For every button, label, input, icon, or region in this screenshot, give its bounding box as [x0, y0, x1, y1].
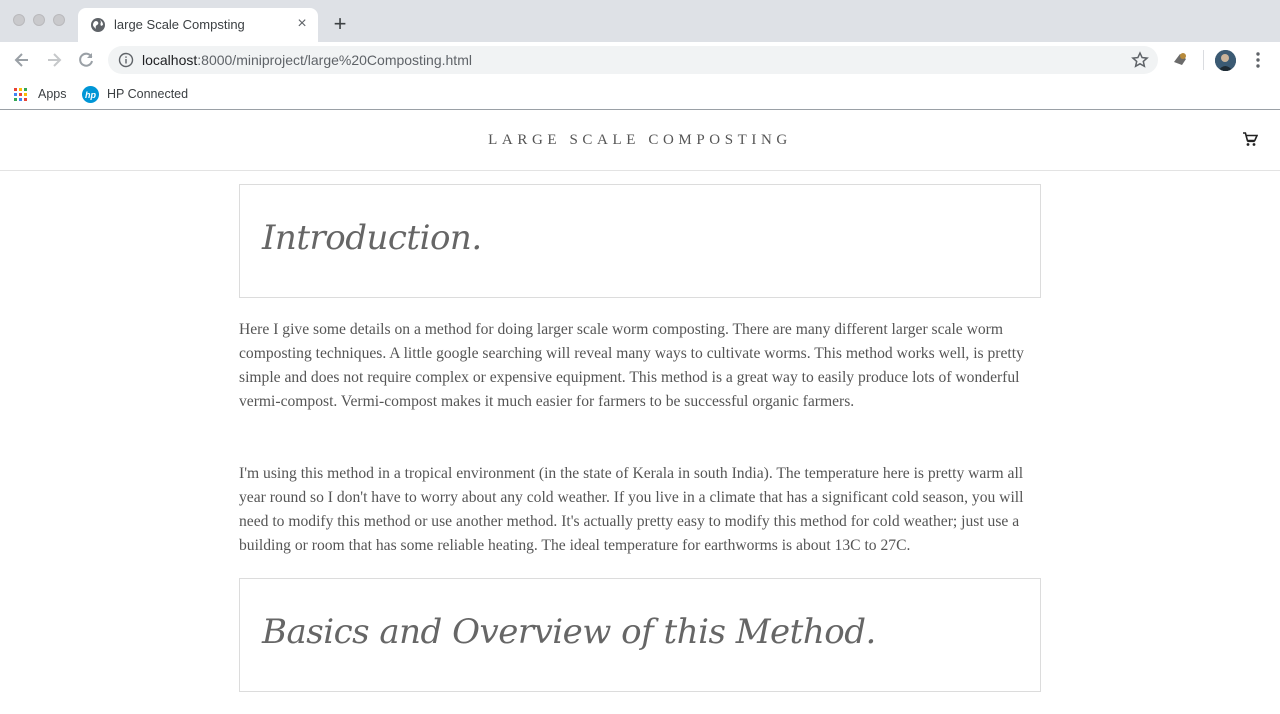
- browser-toolbar: localhost:8000/miniproject/large%20Compo…: [0, 42, 1280, 78]
- site-info-icon[interactable]: [118, 52, 134, 68]
- paragraph-environment: I'm using this method in a tropical envi…: [239, 465, 1024, 554]
- bookmark-label: Apps: [38, 87, 67, 101]
- bookmarks-bar: Apps hp HP Connected: [0, 78, 1280, 110]
- cart-icon[interactable]: [1242, 131, 1258, 147]
- new-tab-button[interactable]: +: [330, 13, 350, 36]
- window-close-button[interactable]: [13, 14, 25, 26]
- site-header: LARGE SCALE COMPOSTING: [0, 111, 1280, 171]
- tab-title: large Scale Compsting: [114, 17, 245, 32]
- section-heading-box: Basics and Overview of this Method.: [239, 578, 1041, 692]
- site-title[interactable]: LARGE SCALE COMPOSTING: [0, 132, 1280, 149]
- kebab-menu-icon[interactable]: [1250, 50, 1266, 70]
- apps-grid-icon: [14, 88, 27, 101]
- globe-icon: [91, 18, 105, 32]
- tab-close-icon[interactable]: ×: [294, 15, 310, 33]
- avatar-image: [1215, 50, 1236, 71]
- window-maximize-button[interactable]: [53, 14, 65, 26]
- section-heading-introduction: Introduction.: [262, 218, 482, 258]
- url-text: localhost:8000/miniproject/large%20Compo…: [142, 52, 472, 68]
- tab-strip: large Scale Compsting × +: [0, 0, 1280, 42]
- section-heading-box: Introduction.: [239, 184, 1041, 298]
- url-host: localhost: [142, 52, 198, 68]
- address-bar[interactable]: localhost:8000/miniproject/large%20Compo…: [108, 46, 1158, 74]
- forward-arrow-icon[interactable]: [44, 50, 64, 70]
- profile-avatar[interactable]: [1215, 50, 1236, 71]
- window-minimize-button[interactable]: [33, 14, 45, 26]
- reload-icon[interactable]: [76, 50, 96, 70]
- browser-tab[interactable]: large Scale Compsting ×: [78, 8, 318, 42]
- url-path: :8000/miniproject/large%20Composting.htm…: [197, 52, 472, 68]
- hp-logo-icon: hp: [82, 86, 99, 103]
- bookmark-label: HP Connected: [107, 87, 189, 101]
- extension-icon[interactable]: [1171, 50, 1189, 68]
- back-arrow-icon[interactable]: [12, 50, 32, 70]
- bookmark-star-icon[interactable]: [1131, 51, 1149, 69]
- section-heading-basics: Basics and Overview of this Method.: [262, 612, 876, 652]
- paragraph-intro: Here I give some details on a method for…: [239, 321, 1024, 410]
- svg-text:hp: hp: [85, 90, 96, 100]
- toolbar-divider: [1203, 50, 1204, 70]
